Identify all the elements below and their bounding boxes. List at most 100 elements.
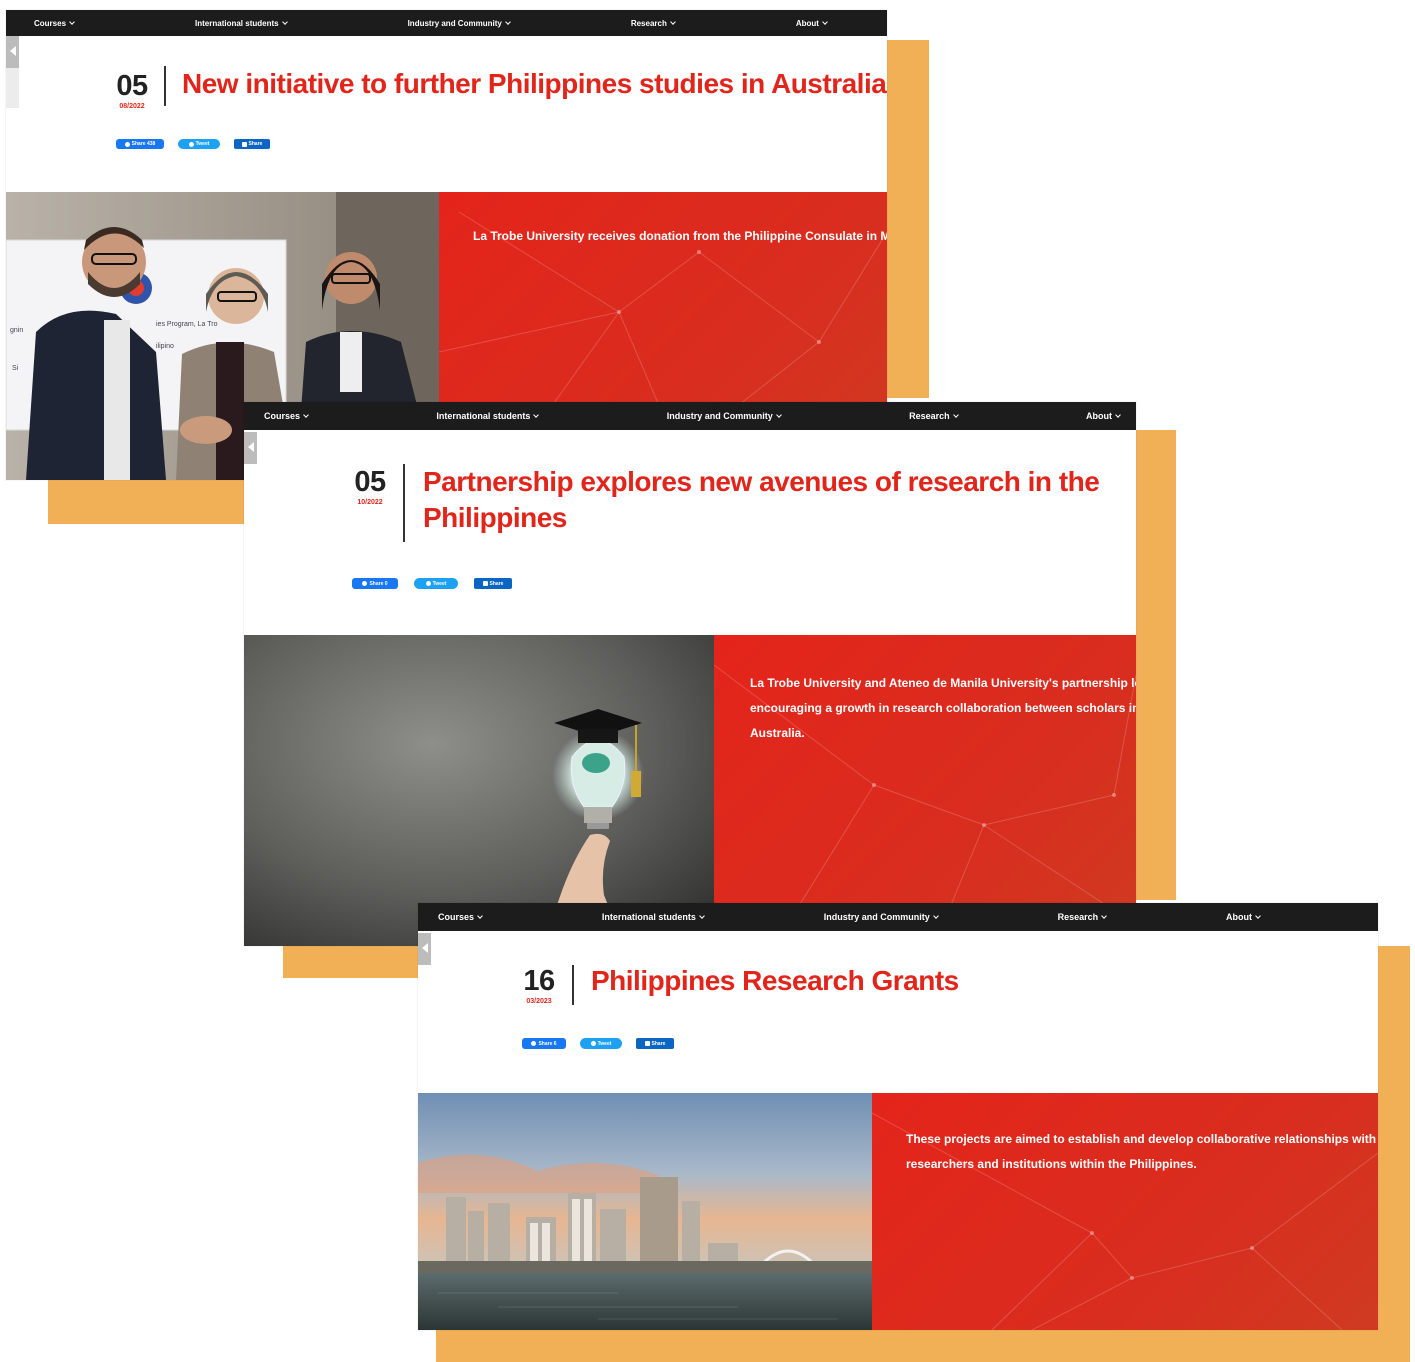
top-nav: Courses International students Industry … [244, 402, 1136, 430]
nav-label: International students [601, 912, 696, 922]
nav-label: About [1085, 411, 1112, 421]
linkedin-share-button[interactable]: Share [636, 1038, 674, 1049]
linkedin-icon [482, 581, 488, 586]
facebook-icon [124, 141, 130, 147]
twitter-icon [590, 1041, 596, 1046]
collapse-sidebar-icon[interactable] [6, 36, 19, 68]
nav-industry-community[interactable]: Industry and Community [823, 912, 939, 922]
photo-city-skyline-river [418, 1093, 872, 1330]
date-month-year: 03/2023 [526, 998, 552, 1005]
nav-international-students[interactable]: International students [195, 18, 288, 28]
chevron-down-icon [303, 412, 309, 418]
nav-about[interactable]: About [796, 19, 828, 28]
share-label: Tweet [195, 141, 210, 147]
summary-line: Australia. [750, 726, 805, 740]
chevron-down-icon [932, 913, 939, 919]
photo-illustration [244, 635, 714, 946]
article-title: New initiative to further Philippines st… [182, 68, 887, 99]
facebook-share-button[interactable]: Share 6 [522, 1038, 566, 1049]
date-day: 05 [354, 466, 386, 498]
chevron-down-icon [699, 913, 705, 919]
tweet-button[interactable]: Tweet [414, 578, 458, 589]
share-label: Share [489, 580, 504, 587]
nav-industry-community[interactable]: Industry and Community [667, 411, 782, 421]
nav-about[interactable]: About [1085, 411, 1121, 421]
nav-label: International students [436, 411, 531, 421]
nav-research[interactable]: Research [909, 411, 959, 421]
tweet-button[interactable]: Tweet [178, 139, 220, 149]
svg-text:Si: Si [12, 365, 19, 372]
svg-text:ies Program, La Tro: ies Program, La Tro [156, 321, 218, 328]
svg-text:ilipino: ilipino [156, 343, 174, 350]
nav-courses[interactable]: Courses [264, 411, 309, 421]
nav-industry-community[interactable]: Industry and Community [408, 19, 511, 28]
linkedin-share-button[interactable]: Share [234, 139, 270, 149]
twitter-icon [188, 141, 194, 147]
nav-label: International students [195, 18, 279, 28]
hero-section: La Trobe University and Ateneo de Manila… [244, 635, 1136, 946]
date-month-year: 10/2022 [357, 499, 383, 506]
top-nav: Courses International students Industry … [418, 903, 1378, 931]
facebook-icon [362, 581, 368, 586]
share-label: Share 0 [369, 580, 388, 587]
title-divider [164, 66, 166, 106]
linkedin-icon [644, 1041, 650, 1046]
chevron-down-icon [533, 412, 540, 418]
chevron-down-icon [1115, 412, 1121, 418]
article-title-line: Partnership explores new avenues of rese… [423, 466, 1100, 497]
linkedin-icon [241, 141, 247, 147]
share-label: Share [248, 141, 263, 147]
article-date: 05 10/2022 [348, 466, 392, 507]
chevron-down-icon [952, 412, 959, 418]
title-divider [403, 464, 405, 542]
date-month-year: 08/2022 [119, 103, 145, 110]
share-label: Share 6 [538, 1040, 557, 1047]
title-divider [572, 965, 574, 1005]
accent-shape [283, 946, 418, 978]
nav-label: About [1225, 912, 1252, 922]
summary-line: These projects are aimed to establish an… [906, 1132, 1377, 1146]
article-date: 16 03/2023 [517, 965, 561, 1006]
nav-courses[interactable]: Courses [438, 912, 483, 922]
chevron-down-icon [1255, 913, 1261, 919]
article-summary: La Trobe University receives donation fr… [473, 229, 887, 243]
nav-international-students[interactable]: International students [436, 411, 540, 421]
article-date: 05 08/2022 [110, 72, 154, 111]
photo-illustration [418, 1093, 872, 1330]
svg-text:gnin: gnin [10, 327, 23, 334]
collapse-sidebar-icon[interactable] [418, 933, 431, 965]
nav-about[interactable]: About [1225, 912, 1261, 922]
nav-label: Industry and Community [823, 912, 930, 922]
nav-research[interactable]: Research [1058, 912, 1107, 922]
photo-graduation-cap-lightbulb [244, 635, 714, 946]
article-title: Philippines Research Grants [591, 965, 959, 996]
facebook-share-button[interactable]: Share 0 [352, 578, 398, 589]
summary-panel: La Trobe University and Ateneo de Manila… [714, 635, 1136, 946]
share-label: Tweet [597, 1040, 612, 1047]
linkedin-share-button[interactable]: Share [474, 578, 512, 589]
tweet-button[interactable]: Tweet [580, 1038, 622, 1049]
share-label: Share 438 [131, 141, 156, 147]
article-title-line: Philippines [423, 502, 567, 533]
collapse-sidebar-icon[interactable] [244, 432, 257, 464]
share-label: Tweet [432, 580, 447, 587]
facebook-share-button[interactable]: Share 438 [116, 139, 164, 149]
accent-shape [1136, 430, 1176, 900]
date-day: 16 [523, 965, 555, 997]
chevron-down-icon [822, 19, 828, 25]
nav-international-students[interactable]: International students [601, 912, 705, 922]
nav-label: Research [630, 18, 667, 28]
facebook-icon [531, 1041, 537, 1046]
chevron-down-icon [69, 19, 75, 25]
accent-shape [48, 480, 244, 524]
article-summary: La Trobe University and Ateneo de Manila… [750, 671, 1136, 746]
chevron-down-icon [775, 412, 782, 418]
chevron-down-icon [281, 19, 288, 25]
summary-panel: These projects are aimed to establish an… [872, 1093, 1378, 1330]
top-nav: Courses International students Industry … [6, 10, 887, 36]
nav-courses[interactable]: Courses [34, 19, 75, 28]
nav-label: Courses [438, 912, 475, 922]
twitter-icon [425, 581, 431, 586]
nav-research[interactable]: Research [630, 18, 676, 28]
chevron-down-icon [1101, 913, 1107, 919]
